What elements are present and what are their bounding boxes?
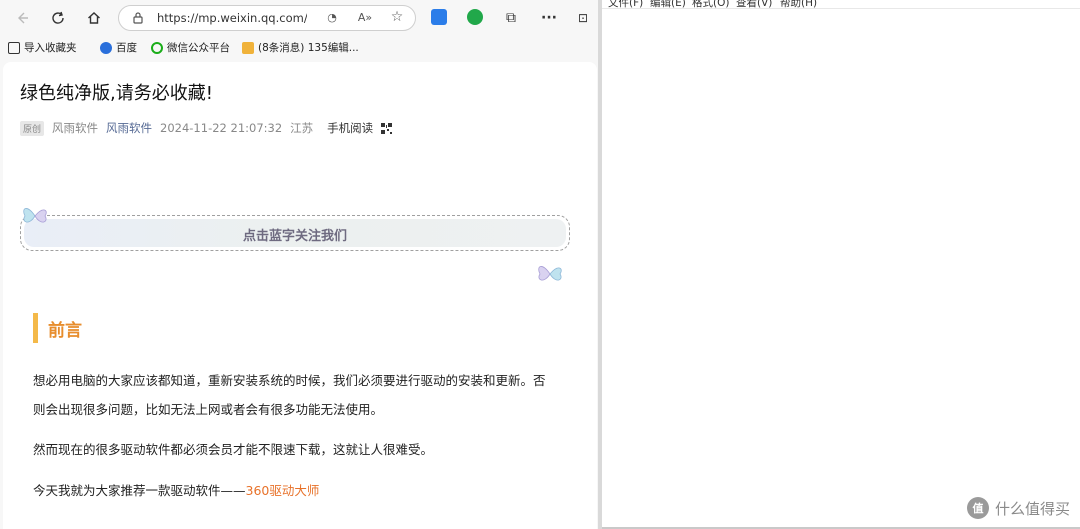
- bookmark-label: (8条消息) 135编辑...: [258, 42, 359, 54]
- back-icon[interactable]: [10, 6, 34, 30]
- original-tag: 原创: [20, 120, 45, 136]
- mobile-read-link[interactable]: 手机阅读: [327, 120, 373, 136]
- extension-blue-icon[interactable]: [431, 9, 447, 25]
- section-heading: 前言: [33, 313, 82, 343]
- article-meta: 原创 风雨软件 风雨软件 2024-11-22 21:07:32 江苏 手机阅读: [20, 120, 393, 136]
- browser-window: https://mp.weixin.qq.com/s?... ◔ A» ☆ ⧉ …: [0, 0, 598, 529]
- bookmark-baidu[interactable]: 百度: [100, 40, 137, 55]
- paragraph: 然而现在的很多驱动软件都必须会员才能不限速下载，这就让人很难受。: [33, 442, 434, 457]
- home-icon[interactable]: [82, 6, 106, 30]
- menu-format[interactable]: 格式(O): [692, 0, 729, 10]
- tracking-prevention-icon[interactable]: ◔: [324, 11, 340, 27]
- text-editor-window: 文件(F) 编辑(E) 格式(O) 查看(V) 帮助(H) 值 什么值得买: [602, 0, 1080, 529]
- lock-icon: [133, 12, 143, 24]
- article-page: 绿色纯净版,请务必收藏! 原创 风雨软件 风雨软件 2024-11-22 21:…: [3, 62, 597, 529]
- watermark: 值 什么值得买: [966, 497, 1070, 519]
- extensions-puzzle-icon[interactable]: ⧉: [499, 6, 523, 30]
- follow-banner-text: 点击蓝字关注我们: [242, 229, 347, 244]
- article-title: 绿色纯净版,请务必收藏!: [20, 83, 213, 104]
- address-url[interactable]: https://mp.weixin.qq.com/s?...: [157, 11, 307, 25]
- baidu-paw-icon: [100, 41, 112, 54]
- butterfly-icon: [538, 266, 562, 281]
- account-link[interactable]: 风雨软件: [106, 120, 152, 136]
- watermark-logo-icon: 值: [966, 497, 989, 519]
- watermark-text: 什么值得买: [994, 499, 1070, 518]
- paragraph-line: 想必用电脑的大家应该都知道，重新安装系统的时候，我们必须要进行驱动的安装和更新。…: [33, 373, 546, 388]
- browser-toolbar: https://mp.weixin.qq.com/s?... ◔ A» ☆ ⧉ …: [0, 0, 598, 36]
- bookmark-label: 导入收藏夹: [24, 42, 77, 54]
- butterfly-icon: [23, 208, 47, 223]
- paragraph: 今天我就为大家推荐一款驱动软件——360驱动大师: [33, 480, 319, 499]
- address-bar[interactable]: https://mp.weixin.qq.com/s?... ◔ A» ☆: [118, 5, 416, 31]
- qr-code-icon[interactable]: [381, 122, 393, 134]
- refresh-icon[interactable]: [46, 6, 70, 30]
- menu-help[interactable]: 帮助(H): [780, 0, 817, 10]
- highlight-text: 360驱动大师: [245, 483, 320, 498]
- extension-green-icon[interactable]: [467, 9, 483, 25]
- bookmarks-bar: 导入收藏夹 百度 微信公众平台 (8条消息) 135编辑...: [0, 36, 598, 58]
- section-heading-text: 前言: [48, 320, 82, 341]
- paragraph-text: 今天我就为大家推荐一款驱动软件——: [33, 483, 246, 498]
- paragraph-line: 则会出现很多问题，比如无法上网或者会有很多功能无法使用。: [33, 402, 384, 417]
- bookmark-label: 微信公众平台: [167, 42, 230, 54]
- favorite-star-icon[interactable]: ☆: [389, 9, 405, 25]
- read-aloud-icon[interactable]: A»: [357, 11, 373, 27]
- bookmark-import[interactable]: 导入收藏夹: [8, 40, 77, 55]
- author-name: 风雨软件: [52, 121, 99, 135]
- bookmark-wechat-platform[interactable]: 微信公众平台: [151, 40, 230, 55]
- wechat-platform-icon: [151, 41, 163, 54]
- bookmark-135editor[interactable]: (8条消息) 135编辑...: [242, 40, 359, 55]
- publish-datetime: 2024-11-22 21:07:32: [160, 121, 283, 135]
- follow-banner[interactable]: 点击蓝字关注我们: [20, 215, 570, 251]
- menu-view[interactable]: 查看(V): [736, 0, 772, 10]
- 135editor-icon: [242, 41, 254, 54]
- menu-file[interactable]: 文件(F): [608, 0, 643, 10]
- editor-menubar: 文件(F) 编辑(E) 格式(O) 查看(V) 帮助(H): [602, 0, 1080, 9]
- menu-edit[interactable]: 编辑(E): [650, 0, 686, 10]
- import-icon: [8, 41, 20, 54]
- more-options-icon[interactable]: ···: [537, 6, 561, 30]
- screen: https://mp.weixin.qq.com/s?... ◔ A» ☆ ⧉ …: [0, 0, 1080, 529]
- sidebar-toggle-icon[interactable]: ⊡: [571, 6, 595, 30]
- publish-location: 江苏: [290, 121, 314, 135]
- section-accent-bar: [33, 313, 38, 343]
- bookmark-label: 百度: [116, 42, 137, 54]
